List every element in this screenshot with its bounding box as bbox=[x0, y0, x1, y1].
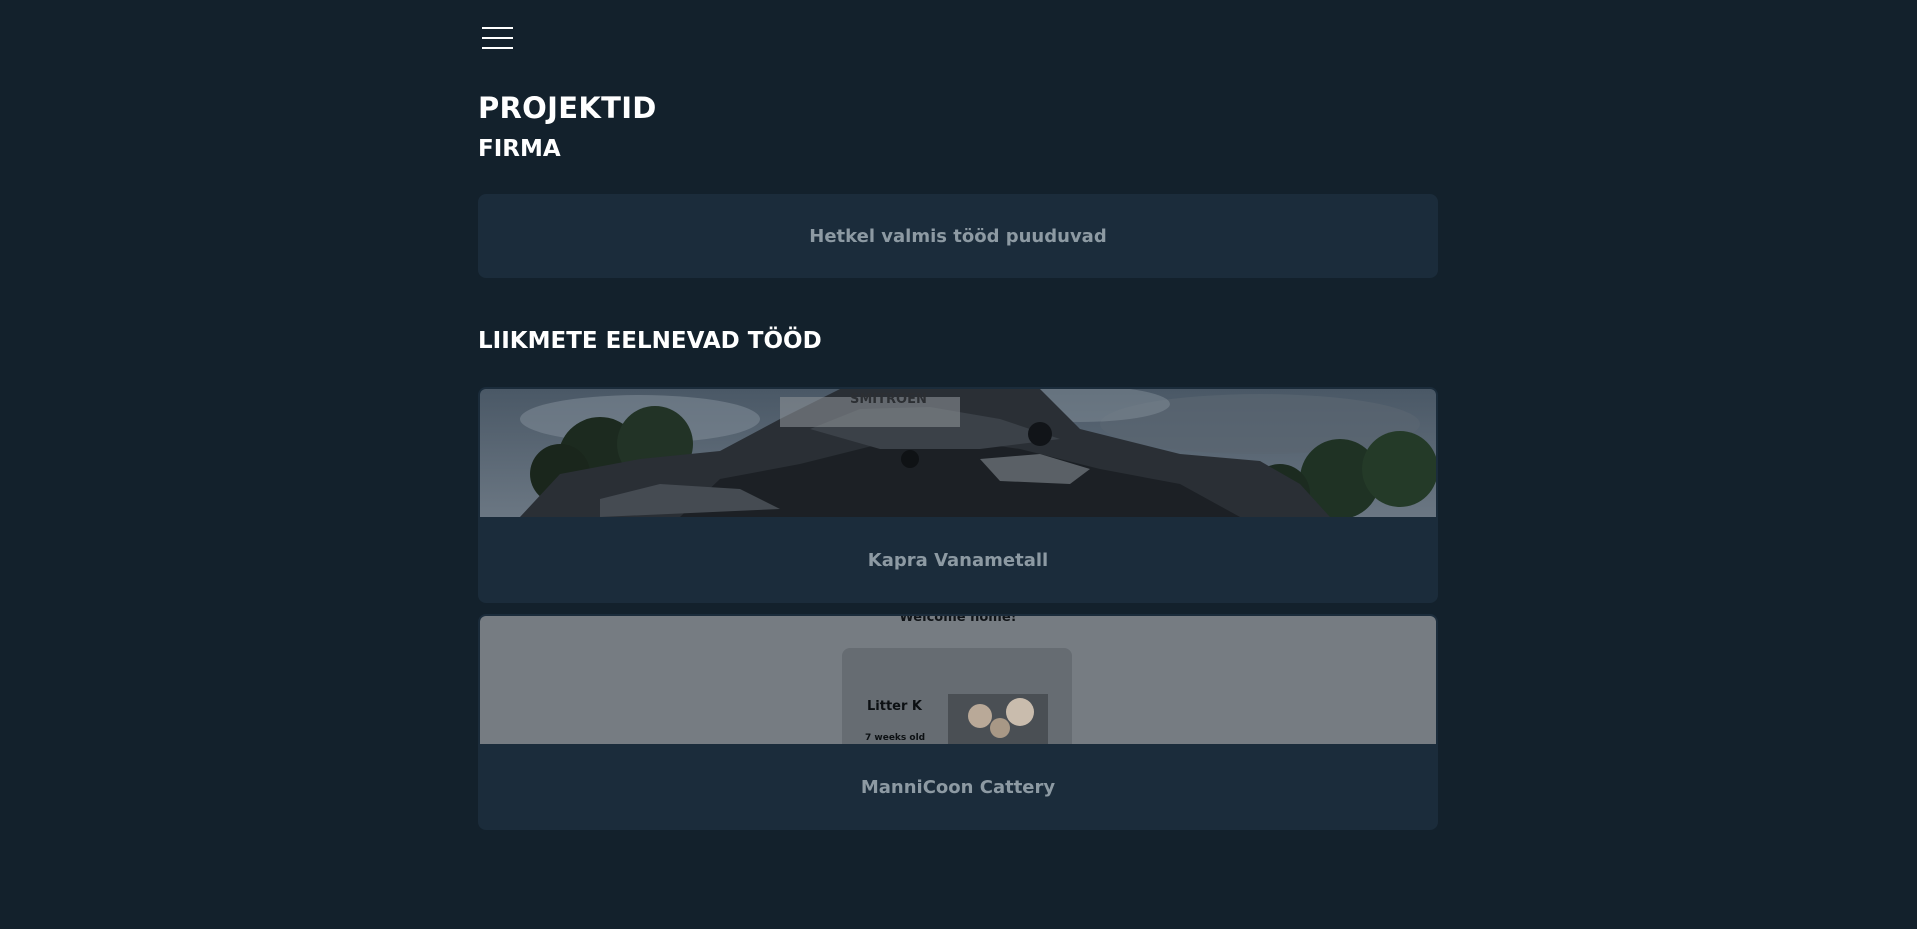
empty-projects-card: Hetkel valmis tööd puuduvad bbox=[478, 194, 1438, 278]
menu-bar-middle bbox=[482, 37, 513, 39]
thumbnail-scrap-text: SMITROEN bbox=[850, 392, 927, 407]
project-card-kapra-vanametall[interactable]: SMITROEN Kapra Vanametall bbox=[478, 387, 1438, 603]
menu-bar-top bbox=[482, 27, 513, 29]
section-title: LIIKMETE EELNEVAD TÖÖD bbox=[478, 328, 822, 354]
menu-bar-bottom bbox=[482, 47, 513, 49]
thumbnail-welcome-text: Welcome home! bbox=[899, 616, 1016, 625]
project-thumbnail-cattery: Welcome home! Litter K 7 weeks old bbox=[480, 616, 1436, 744]
project-thumbnail-scrapyard: SMITROEN bbox=[480, 389, 1436, 517]
empty-message: Hetkel valmis tööd puuduvad bbox=[809, 225, 1107, 247]
project-card-manni-coon-cattery[interactable]: Welcome home! Litter K 7 weeks old Manni… bbox=[478, 614, 1438, 830]
project-name: Kapra Vanametall bbox=[867, 549, 1049, 571]
project-name: ManniCoon Cattery bbox=[860, 776, 1056, 798]
thumbnail-litter-title: Litter K bbox=[867, 699, 923, 714]
page-title: PROJEKTID bbox=[478, 91, 657, 125]
thumbnail-litter-age: 7 weeks old bbox=[865, 733, 925, 743]
company-subtitle: FIRMA bbox=[478, 136, 561, 162]
hamburger-menu-icon[interactable] bbox=[482, 27, 514, 51]
